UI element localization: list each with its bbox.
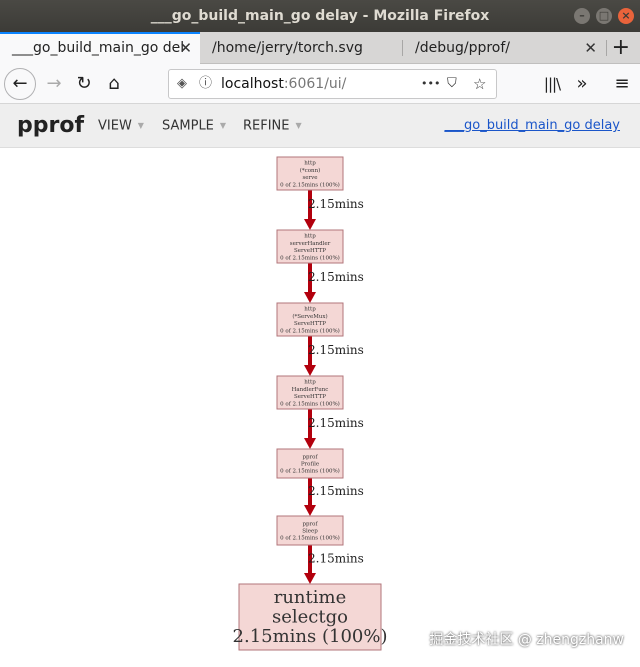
call-node-label: ServeHTTP xyxy=(294,321,326,327)
edge-label: 2.15mins xyxy=(308,552,364,566)
tab-torch-svg[interactable]: /home/jerry/torch.svg xyxy=(200,32,402,64)
new-tab-icon[interactable]: + xyxy=(612,32,630,64)
url-bar[interactable]: ◈ ⓘ localhost:6061/ui/ ••• ⛉ ☆ xyxy=(168,69,497,99)
url-text[interactable]: localhost:6061/ui/ xyxy=(221,70,346,98)
call-node[interactable]: pprof Profile0 of 2.15mins (100%) xyxy=(276,448,344,479)
edge-label: 2.15mins xyxy=(308,416,364,430)
reload-icon[interactable]: ↻ xyxy=(72,72,96,96)
call-graph-svg: 2.15mins 2.15mins 2.15mins 2.15mins 2.15mins… xyxy=(233,156,388,651)
call-node-label: 2.15mins (100%) xyxy=(233,626,388,647)
call-node-label: 0 of 2.15mins (100%) xyxy=(280,535,340,542)
forward-arrow-icon[interactable]: → xyxy=(42,72,66,96)
pocket-icon[interactable]: ⛉ xyxy=(447,70,457,98)
call-node[interactable]: http(*ServeMux)ServeHTTP0 of 2.15mins (1… xyxy=(276,302,344,337)
back-arrow-icon[interactable]: ← xyxy=(4,68,36,100)
menu-label: REFINE xyxy=(243,118,290,134)
call-node-label: http xyxy=(304,307,316,313)
call-node[interactable]: runtimeselectgo2.15mins (100%) xyxy=(233,583,388,651)
window-titlebar: ___go_build_main_go delay - Mozilla Fire… xyxy=(0,0,640,32)
call-node-label: Sleep xyxy=(302,529,318,535)
shield-icon[interactable]: ◈ xyxy=(177,70,187,98)
edge-arrowhead xyxy=(304,573,316,584)
call-node-label: 0 of 2.15mins (100%) xyxy=(280,181,340,188)
call-node-label: 0 of 2.15mins (100%) xyxy=(280,327,340,334)
close-icon[interactable]: ✕ xyxy=(584,32,597,64)
close-icon[interactable]: ✕ xyxy=(179,34,192,62)
pprof-header: pprof VIEW ▼ SAMPLE ▼ REFINE ▼ ___go_build_… xyxy=(0,104,640,148)
call-node-label: http xyxy=(304,234,316,240)
menu-label: SAMPLE xyxy=(162,118,214,134)
window-title: ___go_build_main_go delay - Mozilla Fire… xyxy=(150,8,490,24)
call-node-label: http xyxy=(304,161,316,167)
call-node-label: http xyxy=(304,380,316,386)
call-node-label: selectgo xyxy=(272,606,348,627)
tab-divider xyxy=(606,40,607,56)
url-host: localhost xyxy=(221,76,284,92)
call-node-label: 0 of 2.15mins (100%) xyxy=(280,400,340,407)
menu-sample[interactable]: SAMPLE ▼ xyxy=(162,104,226,149)
tab-pprof-ui[interactable]: ___go_build_main_go del ✕ xyxy=(0,32,200,64)
edge-label: 2.15mins xyxy=(308,484,364,498)
url-path: :6061/ui/ xyxy=(283,76,347,92)
call-node-label: pprof xyxy=(302,521,318,527)
call-node-label: runtime xyxy=(274,587,347,608)
edge-label: 2.15mins xyxy=(308,343,364,357)
tab-label: /debug/pprof/ xyxy=(415,40,511,56)
call-node[interactable]: pprof Sleep0 of 2.15mins (100%) xyxy=(276,515,344,546)
call-node-label: 0 of 2.15mins (100%) xyxy=(280,254,340,261)
edge-arrowhead xyxy=(304,365,316,376)
minimize-icon[interactable]: – xyxy=(574,8,590,24)
watermark: 掘金技术社区 @ zhengzhanw xyxy=(429,632,624,648)
call-graph: 2.15mins 2.15mins 2.15mins 2.15mins 2.15mins… xyxy=(0,148,640,667)
edge-arrowhead xyxy=(304,438,316,449)
call-node-label: (*ServeMux) xyxy=(292,313,327,320)
tab-label: /home/jerry/torch.svg xyxy=(212,40,363,56)
maximize-icon[interactable]: □ xyxy=(596,8,612,24)
caret-down-icon: ▼ xyxy=(219,121,227,130)
call-node[interactable]: httpserverHandlerServeHTTP0 of 2.15mins … xyxy=(276,229,344,264)
menu-view[interactable]: VIEW ▼ xyxy=(98,104,144,149)
edge-label: 2.15mins xyxy=(308,270,364,284)
call-node-label: serverHandler xyxy=(290,241,331,247)
bookmark-star-icon[interactable]: ☆ xyxy=(473,70,486,98)
call-node-label: HandlerFunc xyxy=(292,387,329,393)
call-node-label: 0 of 2.15mins (100%) xyxy=(280,468,340,475)
menu-label: VIEW xyxy=(98,118,132,134)
call-node-label: (*conn) xyxy=(300,167,321,174)
home-icon[interactable]: ⌂ xyxy=(102,72,126,96)
caret-down-icon: ▼ xyxy=(137,121,144,130)
tab-strip: ___go_build_main_go del ✕ /home/jerry/to… xyxy=(0,32,640,64)
caret-down-icon: ▼ xyxy=(295,121,302,130)
close-window-icon[interactable]: × xyxy=(618,8,634,24)
edge-arrowhead xyxy=(304,505,316,516)
call-node[interactable]: http(*conn)serve0 of 2.15mins (100%) xyxy=(276,156,344,191)
edge-arrowhead xyxy=(304,219,316,230)
call-node-label: ServeHTTP xyxy=(294,248,326,254)
library-icon[interactable]: |||\ xyxy=(540,72,564,96)
page-actions-menu-icon[interactable]: ••• xyxy=(421,70,440,98)
hamburger-menu-icon[interactable]: ≡ xyxy=(610,72,634,96)
edge-arrowhead xyxy=(304,292,316,303)
menu-refine[interactable]: REFINE ▼ xyxy=(243,104,302,149)
call-node[interactable]: httpHandlerFuncServeHTTP0 of 2.15mins (1… xyxy=(276,375,344,410)
overflow-chevron-icon[interactable]: » xyxy=(570,72,594,96)
tab-debug-pprof[interactable]: /debug/pprof/ ✕ xyxy=(403,32,605,64)
edge-label: 2.15mins xyxy=(308,197,364,211)
call-node-label: pprof xyxy=(302,454,318,460)
call-node-label: ServeHTTP xyxy=(294,394,326,400)
profile-name-link[interactable]: ___go_build_main_go delay xyxy=(444,104,620,148)
pprof-title: pprof xyxy=(17,113,85,138)
call-node-label: serve xyxy=(302,175,317,181)
info-icon[interactable]: ⓘ xyxy=(199,70,212,98)
call-node-label: Profile xyxy=(301,462,319,468)
tab-label: ___go_build_main_go del xyxy=(12,40,185,56)
navigation-toolbar: ← → ↻ ⌂ ◈ ⓘ localhost:6061/ui/ ••• ⛉ ☆ |… xyxy=(0,64,640,104)
